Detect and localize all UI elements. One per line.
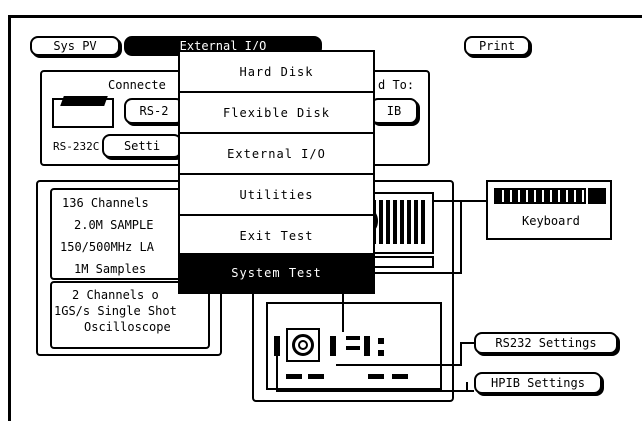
menu-connector-line xyxy=(342,292,344,332)
connector-3 xyxy=(364,336,370,356)
hpib-line-v1 xyxy=(276,356,278,392)
connector-4a xyxy=(378,338,384,344)
rs2-button[interactable]: RS-2 xyxy=(124,98,184,124)
hpib-settings-button[interactable]: HPIB Settings xyxy=(474,372,602,394)
info-line-4: 1M Samples xyxy=(74,262,147,276)
hpib-line-h xyxy=(276,390,474,392)
vent-2 xyxy=(308,374,324,379)
settings-label: Setti xyxy=(123,139,161,153)
info-line-2: 2.0M SAMPLE xyxy=(74,218,154,232)
ib-button[interactable]: IB xyxy=(370,98,418,124)
vent-1 xyxy=(286,374,302,379)
scope-line-2: 1GS/s Single Shot xyxy=(54,304,177,318)
menu-item-label: System Test xyxy=(231,265,322,280)
keyboard-button[interactable]: Keyboard xyxy=(486,180,612,240)
connected-label: Connecte xyxy=(108,78,166,92)
vent-3 xyxy=(368,374,384,379)
connector-1 xyxy=(330,336,336,356)
keyboard-line-v xyxy=(460,200,462,274)
external-io-menu: Hard Disk Flexible Disk External I/O Uti… xyxy=(178,50,375,294)
info-line-1: 136 Channels xyxy=(62,196,149,210)
print-label: Print xyxy=(478,39,516,53)
menu-item-external-io[interactable]: External I/O xyxy=(180,134,373,173)
connected-to-label: d To: xyxy=(378,78,415,92)
connector-4b xyxy=(378,350,384,356)
settings-button[interactable]: Setti xyxy=(102,134,182,158)
connector-2 xyxy=(346,336,360,350)
menu-item-utilities[interactable]: Utilities xyxy=(180,175,373,214)
ib-label: IB xyxy=(386,104,402,118)
hpib-settings-label: HPIB Settings xyxy=(491,376,585,390)
connector-left xyxy=(274,336,280,356)
menu-item-label: Flexible Disk xyxy=(223,105,330,120)
sys-pv-button[interactable]: Sys PV xyxy=(30,36,120,56)
rs232-line-end xyxy=(460,342,474,344)
rs232-line-h xyxy=(336,364,462,366)
scope-line-1: 2 Channels o xyxy=(72,288,159,302)
keyboard-line-h2 xyxy=(362,272,462,274)
hpib-line-v2 xyxy=(466,382,468,392)
rs232-settings-button[interactable]: RS232 Settings xyxy=(474,332,618,354)
fan-icon xyxy=(286,328,320,362)
menu-item-system-test[interactable]: System Test xyxy=(180,253,373,292)
menu-item-label: Exit Test xyxy=(239,228,314,243)
info-line-3: 150/500MHz LA xyxy=(60,240,154,254)
rs232-line-v xyxy=(460,342,462,366)
menu-item-label: External I/O xyxy=(227,146,326,161)
rs2-label: RS-2 xyxy=(139,104,169,118)
computer-icon xyxy=(52,96,114,128)
vent-4 xyxy=(392,374,408,379)
menu-item-hard-disk[interactable]: Hard Disk xyxy=(180,52,373,91)
keyboard-label: Keyboard xyxy=(522,214,580,228)
menu-item-label: Hard Disk xyxy=(239,64,314,79)
sys-pv-label: Sys PV xyxy=(53,39,97,53)
rs232c-label: RS-232C xyxy=(53,140,100,153)
print-button[interactable]: Print xyxy=(464,36,530,56)
menu-item-label: Utilities xyxy=(239,187,314,202)
rs232-settings-label: RS232 Settings xyxy=(495,336,597,350)
menu-item-flexible-disk[interactable]: Flexible Disk xyxy=(180,93,373,132)
scope-line-3: Oscilloscope xyxy=(84,320,171,334)
menu-item-exit-test[interactable]: Exit Test xyxy=(180,216,373,255)
